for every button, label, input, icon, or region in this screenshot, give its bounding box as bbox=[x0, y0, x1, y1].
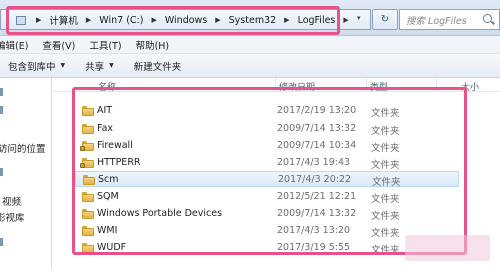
nav-item-video-library[interactable]: 影视库 bbox=[0, 210, 25, 224]
caret-down-icon: ▼ bbox=[60, 62, 66, 69]
nav-folder-icon bbox=[0, 88, 3, 96]
new-folder-label: 新建文件夹 bbox=[133, 61, 182, 73]
search-input[interactable]: 搜索 LogFiles bbox=[399, 9, 500, 30]
refresh-button[interactable]: ↻ bbox=[372, 9, 398, 30]
nav-folder-icon bbox=[0, 168, 3, 176]
command-bar: 包含到库中 ▼ 共享 ▼ 新建文件夹 bbox=[0, 54, 500, 78]
search-icon[interactable] bbox=[483, 14, 492, 23]
nav-folder-icon bbox=[0, 238, 3, 246]
menu-tools[interactable]: 工具(T) bbox=[89, 38, 121, 52]
include-in-library-label: 包含到库中 bbox=[8, 61, 56, 73]
new-folder-button[interactable]: 新建文件夹 bbox=[124, 59, 192, 73]
menu-view[interactable]: 查看(V) bbox=[42, 38, 75, 52]
nav-folder-icon bbox=[0, 106, 3, 114]
address-dropdown-icon[interactable]: ▾ bbox=[357, 14, 365, 22]
share-label: 共享 bbox=[85, 61, 105, 73]
nav-item-videos[interactable]: 视频 bbox=[2, 194, 21, 208]
caret-down-icon: ▼ bbox=[109, 62, 114, 69]
address-highlight-box bbox=[6, 6, 340, 35]
search-placeholder: 搜索 LogFiles bbox=[406, 15, 467, 27]
nav-item-recent-places[interactable]: 访问的位置 bbox=[0, 141, 46, 155]
include-in-library-button[interactable]: 包含到库中 ▼ bbox=[0, 59, 75, 73]
menu-help[interactable]: 帮助(H) bbox=[136, 38, 170, 52]
refresh-icon: ↻ bbox=[380, 14, 390, 25]
file-list-highlight-box bbox=[72, 87, 467, 255]
share-button[interactable]: 共享 ▼ bbox=[75, 59, 124, 73]
menu-bar: 编辑(E) 查看(V) 工具(T) 帮助(H) bbox=[0, 36, 500, 54]
navigation-pane: 访问的位置 视频 影视库 bbox=[0, 78, 52, 269]
watermark bbox=[405, 235, 490, 261]
address-bar-region: ▶ 计算机 ▶ Win7 (C:) ▶ Windows ▶ System32 ▶… bbox=[0, 0, 500, 36]
menu-edit[interactable]: 编辑(E) bbox=[0, 38, 28, 52]
